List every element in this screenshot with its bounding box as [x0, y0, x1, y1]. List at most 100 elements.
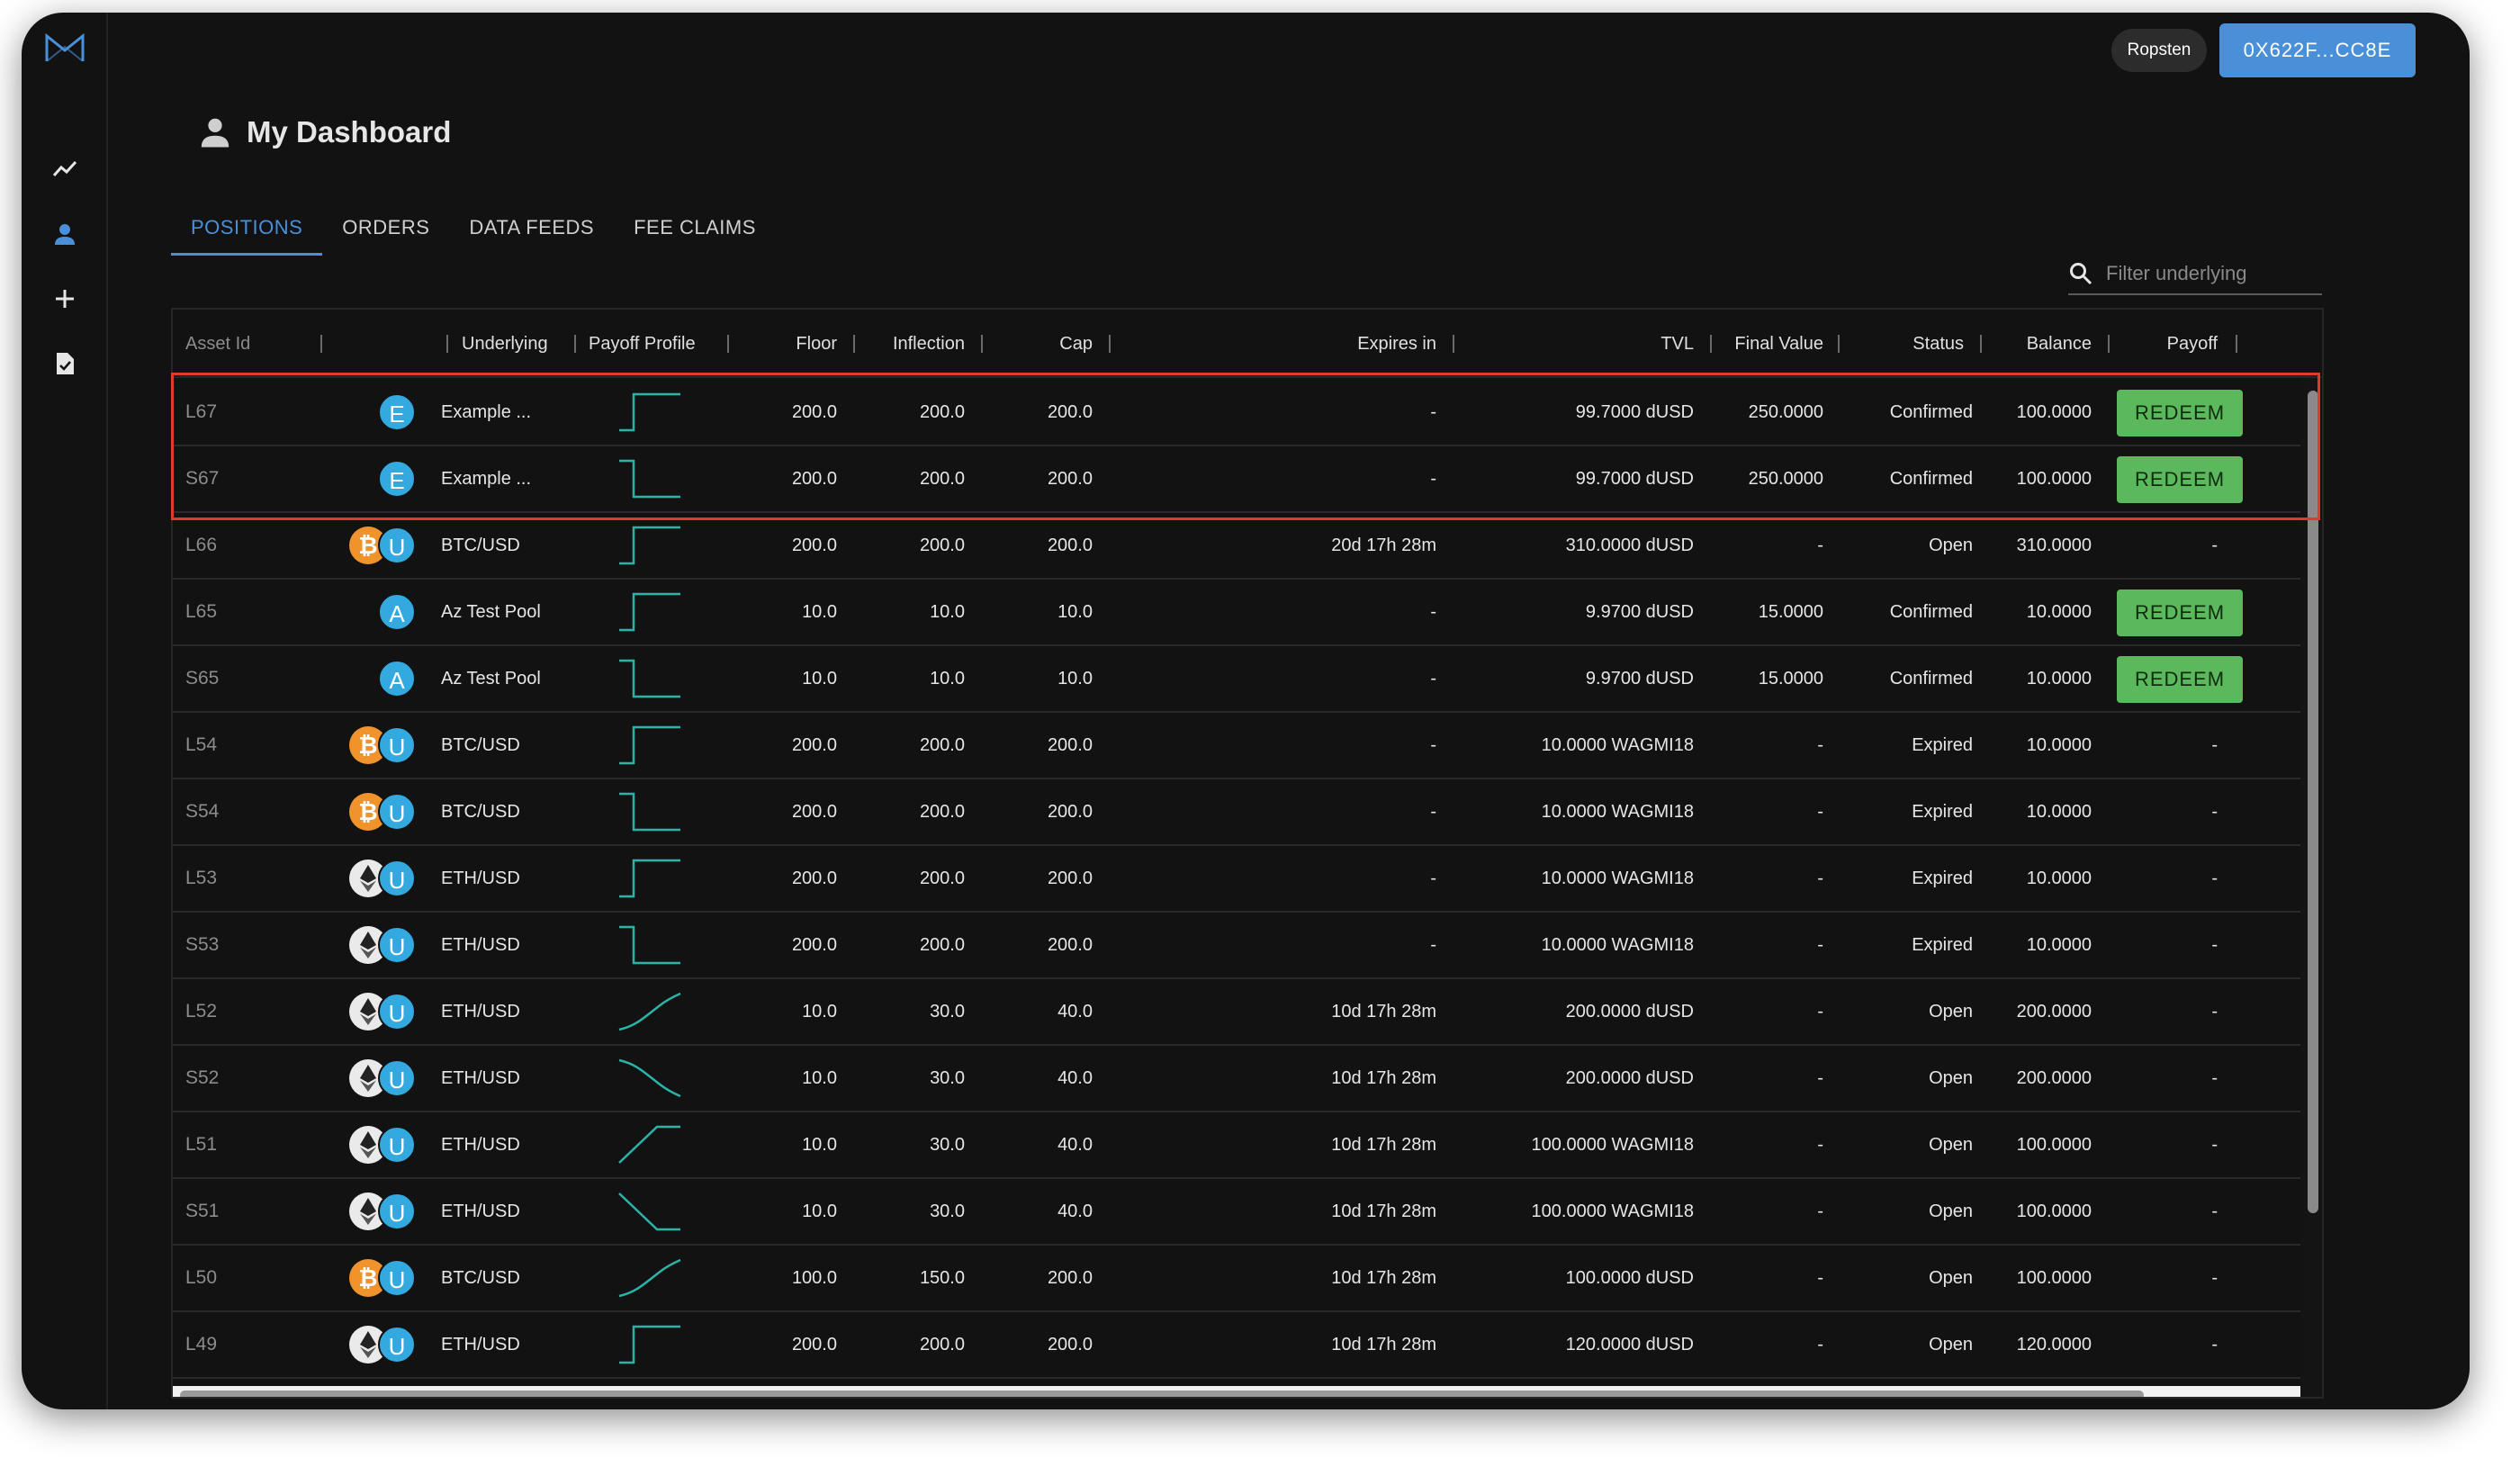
table-row[interactable]: L49 U ETH/USD 200.0 200.0 200.0 10d 17h 28m 120…: [173, 1312, 2300, 1379]
redeem-button[interactable]: REDEEM: [2117, 456, 2243, 503]
underlying-icons: A: [378, 660, 416, 698]
table-row[interactable]: S65 A Az Test Pool 10.0 10.0 10.0 - 9.9700 dUSD…: [173, 646, 2300, 713]
tvl: 99.7000 dUSD: [1575, 469, 1694, 489]
col-inflection[interactable]: Inflection: [859, 310, 965, 378]
table-row[interactable]: L66 ₿ U BTC/USD 200.0 200.0 200.0 20d 17h 28m 31…: [173, 513, 2300, 580]
table-row[interactable]: S52 U ETH/USD 10.0 30.0 40.0 10d 17h 28m 200.00…: [173, 1046, 2300, 1112]
horizontal-scrollbar-thumb[interactable]: [180, 1390, 2144, 1397]
underlying: ETH/USD: [441, 868, 520, 888]
table-row[interactable]: S51 U ETH/USD 10.0 30.0 40.0 10d 17h 28m 100.00…: [173, 1179, 2300, 1246]
expires-in: -: [1430, 802, 1436, 822]
column-separator[interactable]: [853, 335, 855, 353]
underlying-icons: U: [349, 1192, 418, 1230]
column-separator[interactable]: [574, 335, 576, 353]
table-row[interactable]: L53 U ETH/USD 200.0 200.0 200.0 - 10.0000 WAGMI…: [173, 846, 2300, 913]
final-value: 250.0000: [1748, 469, 1823, 489]
payoff: -: [2211, 1135, 2218, 1155]
col-underlying[interactable]: Underlying: [462, 310, 548, 378]
table-row[interactable]: S53 U ETH/USD 200.0 200.0 200.0 - 10.0000 WAGMI…: [173, 913, 2300, 979]
redeem-button[interactable]: REDEEM: [2117, 390, 2243, 436]
expires-in: -: [1430, 602, 1436, 622]
asset-id: L67: [185, 401, 218, 422]
tvl: 100.0000 WAGMI18: [1531, 1135, 1694, 1155]
col-cap[interactable]: Cap: [986, 310, 1093, 378]
vertical-scrollbar-thumb[interactable]: [2308, 391, 2318, 1213]
sidebar-tasks-button[interactable]: [43, 342, 86, 385]
inflection: 30.0: [930, 1002, 965, 1022]
col-floor[interactable]: Floor: [749, 310, 837, 378]
balance: 200.0000: [2016, 1002, 2092, 1022]
final-value: -: [1817, 735, 1823, 755]
token-letter-icon: E: [378, 393, 416, 431]
column-separator[interactable]: [981, 335, 983, 353]
table-row[interactable]: S54 ₿ U BTC/USD 200.0 200.0 200.0 - 10.0000 WAGM…: [173, 779, 2300, 846]
underlying-icons: ₿ U: [349, 526, 418, 564]
sidebar-markets-button[interactable]: [43, 148, 86, 191]
redeem-button[interactable]: REDEEM: [2117, 656, 2243, 703]
asset-id: S67: [185, 468, 220, 489]
status: Confirmed: [1889, 669, 1973, 688]
token-letter-icon: U: [378, 1326, 416, 1364]
wallet-button[interactable]: 0X622F...CC8E: [2219, 23, 2416, 77]
col-tvl[interactable]: TVL: [1523, 310, 1694, 378]
sidebar-dashboard-button[interactable]: [43, 212, 86, 256]
token-letter-icon: U: [378, 860, 416, 897]
column-separator[interactable]: [1109, 335, 1111, 353]
status: Confirmed: [1889, 402, 1973, 422]
underlying-icons: U: [349, 993, 418, 1030]
network-badge[interactable]: Ropsten: [2111, 29, 2207, 72]
page-header: My Dashboard: [198, 115, 451, 149]
col-final-value[interactable]: Final Value: [1694, 310, 1823, 378]
underlying: BTC/USD: [441, 1268, 520, 1288]
tvl: 100.0000 dUSD: [1565, 1268, 1694, 1288]
table-row[interactable]: S67 E Example ... 200.0 200.0 200.0 - 99.7000 d…: [173, 446, 2300, 513]
col-asset-id[interactable]: Asset Id: [185, 310, 250, 378]
tab-positions[interactable]: POSITIONS: [171, 202, 323, 256]
cap: 10.0: [1058, 602, 1093, 622]
column-separator[interactable]: [727, 335, 729, 353]
table-row[interactable]: L51 U ETH/USD 10.0 30.0 40.0 10d 17h 28m 100.00…: [173, 1112, 2300, 1179]
status: Open: [1929, 1268, 1973, 1288]
status: Expired: [1912, 802, 1973, 822]
cap: 200.0: [1047, 402, 1093, 422]
tvl: 10.0000 WAGMI18: [1541, 735, 1694, 755]
status: Open: [1929, 1202, 1973, 1221]
table-row[interactable]: L50 ₿ U BTC/USD 100.0 150.0 200.0 10d 17h 28m 10…: [173, 1246, 2300, 1312]
cap: 40.0: [1058, 1135, 1093, 1155]
tab-orders[interactable]: ORDERS: [322, 202, 449, 256]
tab-fee-claims[interactable]: FEE CLAIMS: [614, 202, 776, 256]
asset-id: L51: [185, 1134, 218, 1155]
column-separator[interactable]: [2108, 335, 2110, 353]
col-expires-in[interactable]: Expires in: [1253, 310, 1436, 378]
tab-data-feeds[interactable]: DATA FEEDS: [449, 202, 614, 256]
table-row[interactable]: L67 E Example ... 200.0 200.0 200.0 - 99.7000 d…: [173, 380, 2300, 446]
cap: 40.0: [1058, 1202, 1093, 1221]
asset-id: S53: [185, 934, 220, 955]
column-separator[interactable]: [320, 335, 322, 353]
table-row[interactable]: L52 U ETH/USD 10.0 30.0 40.0 10d 17h 28m 200.00…: [173, 979, 2300, 1046]
tvl: 310.0000 dUSD: [1565, 536, 1694, 555]
column-separator[interactable]: [2236, 335, 2237, 353]
asset-id: L49: [185, 1334, 218, 1354]
payoff-profile-chart: [619, 1325, 680, 1364]
inflection: 30.0: [930, 1068, 965, 1088]
column-separator[interactable]: [446, 335, 448, 353]
balance: 100.0000: [2016, 469, 2092, 489]
table-row[interactable]: L65 A Az Test Pool 10.0 10.0 10.0 - 9.9700 dUSD…: [173, 580, 2300, 646]
col-payoff[interactable]: Payoff: [2117, 310, 2218, 378]
filter-underlying-input[interactable]: [2106, 262, 2313, 285]
column-separator[interactable]: [1453, 335, 1454, 353]
svg-text:₿: ₿: [358, 1265, 377, 1292]
cap: 200.0: [1047, 935, 1093, 955]
col-status[interactable]: Status: [1847, 310, 1964, 378]
table-row[interactable]: L54 ₿ U BTC/USD 200.0 200.0 200.0 - 10.0000 WAGM…: [173, 713, 2300, 779]
column-separator[interactable]: [1838, 335, 1840, 353]
sidebar-create-button[interactable]: [43, 277, 86, 320]
expires-in: -: [1430, 735, 1436, 755]
payoff-profile-chart: [618, 1258, 681, 1298]
col-payoff-profile[interactable]: Payoff Profile: [589, 310, 696, 378]
svg-text:₿: ₿: [358, 799, 377, 826]
col-balance[interactable]: Balance: [1982, 310, 2092, 378]
redeem-button[interactable]: REDEEM: [2117, 590, 2243, 636]
inflection: 200.0: [919, 735, 965, 755]
